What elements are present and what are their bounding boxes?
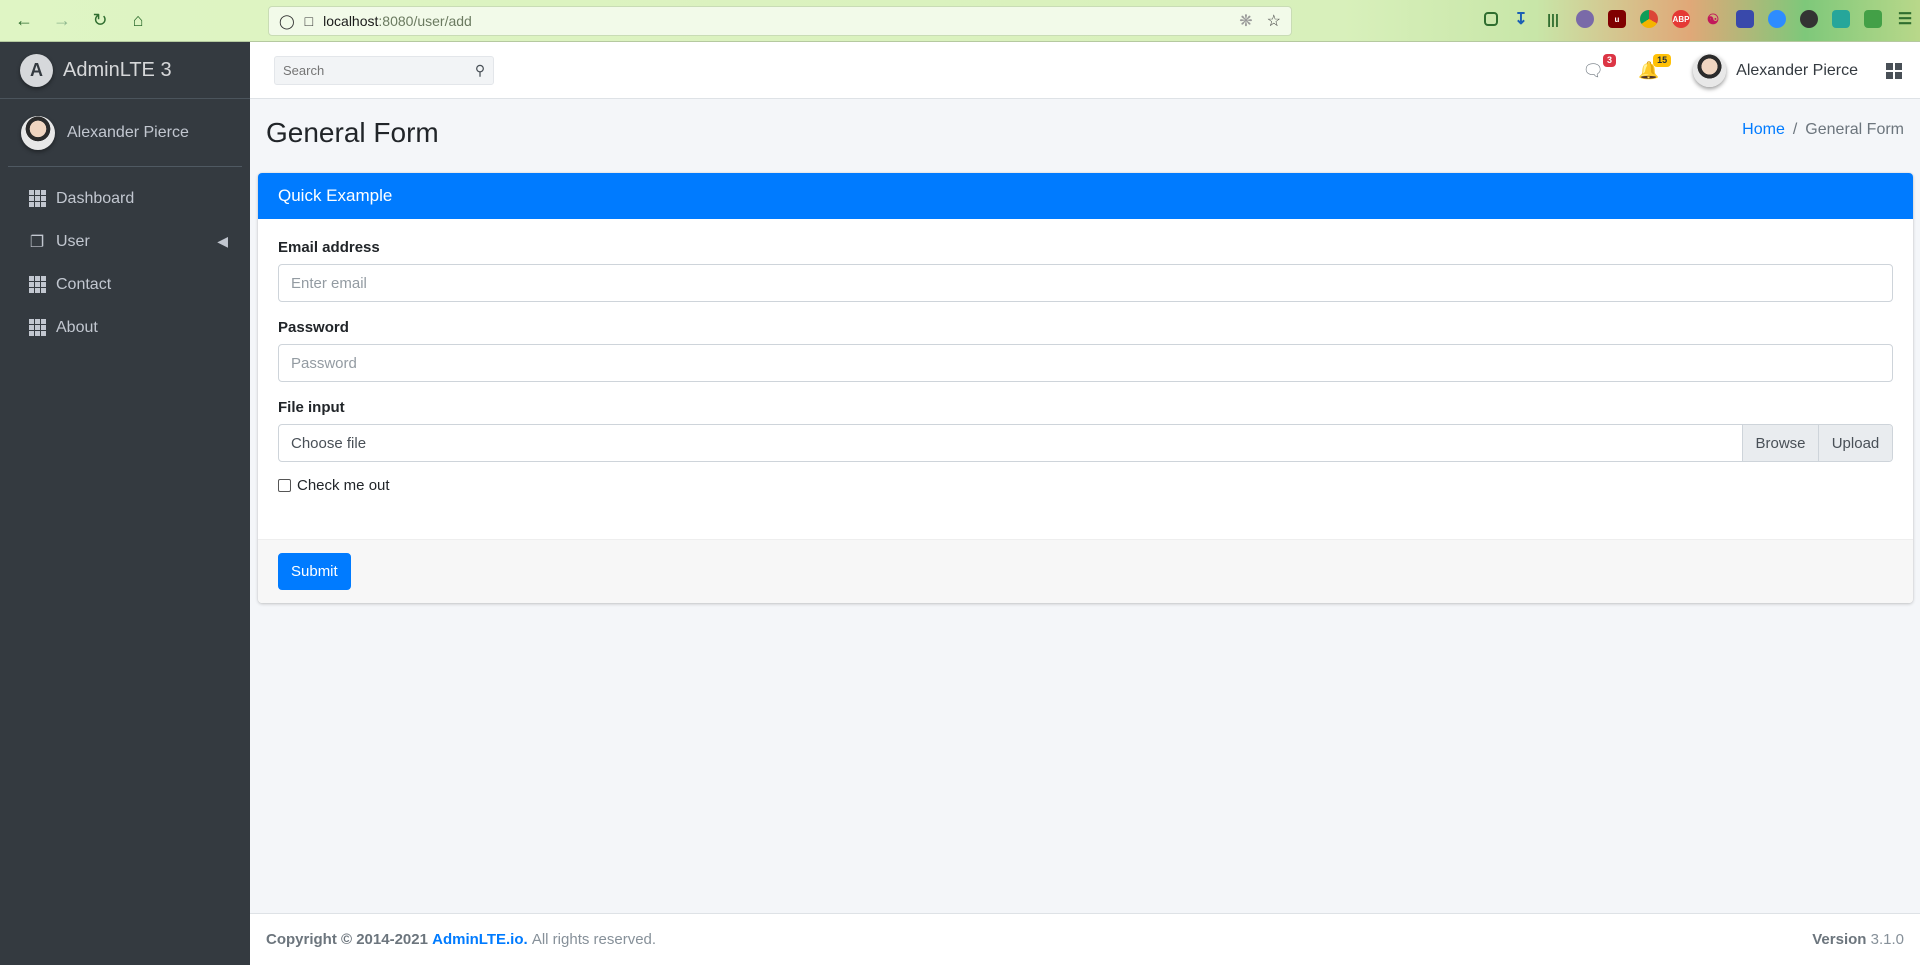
chevron-left-icon[interactable]: ◀ (217, 233, 228, 250)
sidebar-item-label: Contact (56, 275, 112, 293)
sidebar-item-about[interactable]: About (0, 306, 250, 349)
sidebar: A AdminLTE 3 Alexander Pierce Dashboard … (0, 42, 250, 965)
pocket-icon[interactable] (1484, 12, 1498, 26)
password-group: Password (278, 319, 1893, 382)
email-label: Email address (278, 239, 380, 256)
footer-rights: All rights reserved. (531, 931, 657, 948)
messages-badge: 3 (1602, 53, 1616, 67)
control-sidebar-icon[interactable] (1886, 62, 1902, 79)
breadcrumb-home-link[interactable]: Home (1742, 121, 1785, 139)
extension-avatar-icon[interactable] (1576, 10, 1594, 28)
check-group: Check me out (278, 477, 1893, 494)
file-label: File input (278, 399, 345, 416)
footer-version: Version 3.1.0 (1812, 931, 1904, 948)
forward-arrow-icon[interactable]: → (48, 7, 76, 35)
brand-link[interactable]: A AdminLTE 3 (0, 42, 250, 99)
url-path: :8080/user/add (378, 13, 472, 29)
sidebar-item-dashboard[interactable]: Dashboard (0, 177, 250, 220)
sidebar-item-user[interactable]: ❐ User ◀ (0, 220, 250, 263)
breadcrumb-current: General Form (1805, 121, 1904, 138)
bug-icon[interactable]: ❋ (1239, 11, 1252, 31)
sidebar-item-label: Dashboard (56, 189, 135, 207)
breadcrumb-separator: / (1792, 121, 1798, 138)
notifications-badge: 15 (1653, 53, 1672, 67)
page-icon: □ (304, 13, 314, 29)
zoom-icon[interactable] (1768, 10, 1786, 28)
brand-text: AdminLTE 3 (63, 58, 172, 81)
menu-icon[interactable]: ☰ (1896, 10, 1914, 28)
navbar-search: ⚲ (274, 56, 494, 85)
download-icon[interactable]: ↧ (1512, 10, 1530, 28)
check-me-out-checkbox[interactable] (278, 479, 291, 492)
search-input[interactable] (275, 57, 467, 84)
shield-icon: ◯ (279, 12, 295, 29)
submit-button[interactable]: Submit (278, 553, 351, 590)
browse-button[interactable]: Browse (1742, 425, 1818, 461)
sidebar-item-label: About (56, 318, 98, 336)
file-input-group: Choose file Browse Upload (278, 424, 1893, 462)
leaf-icon[interactable] (1864, 10, 1882, 28)
navbar-right: 🗨 3 🔔 15 Alexander Pierce (1582, 42, 1902, 99)
password-field[interactable] (278, 344, 1893, 382)
adblock-icon[interactable]: ABP (1672, 10, 1690, 28)
adminlte-logo-icon: A (20, 53, 53, 87)
user-panel[interactable]: Alexander Pierce (8, 99, 242, 167)
address-bar[interactable]: ◯ □ localhost:8080/user/add ❋ ☆ (268, 6, 1292, 36)
dark-mode-icon[interactable] (1800, 10, 1818, 28)
footer-brand-link[interactable]: AdminLTE.io. (432, 931, 528, 948)
back-arrow-icon[interactable]: ← (10, 7, 38, 35)
card-footer: Submit (258, 539, 1913, 603)
bell-icon[interactable]: 🔔 15 (1638, 53, 1672, 81)
avatar (1693, 54, 1727, 87)
chrome-icon[interactable] (1640, 10, 1658, 28)
card-header: Quick Example (258, 173, 1913, 219)
card-title: Quick Example (278, 186, 393, 205)
grid-icon (28, 319, 46, 337)
messages-icon[interactable]: 🗨 3 (1582, 53, 1616, 81)
home-icon[interactable]: ⌂ (124, 7, 152, 35)
sidebar-item-label: User (56, 232, 90, 250)
card-body: Email address Password File input Choose… (258, 219, 1913, 539)
page-title: General Form (266, 117, 439, 148)
file-input[interactable]: Choose file (279, 425, 1742, 461)
avatar (21, 115, 55, 150)
quick-example-card: Quick Example Email address Password Fil… (258, 173, 1913, 603)
puzzle-icon[interactable] (1736, 10, 1754, 28)
library-icon[interactable]: ||| (1544, 10, 1562, 28)
browser-toolbar: ← → ↻ ⌂ ◯ □ localhost:8080/user/add ❋ ☆ … (0, 0, 1920, 42)
copy-icon: ❐ (29, 233, 45, 251)
grid-icon (28, 190, 46, 208)
reload-icon[interactable]: ↻ (86, 7, 114, 35)
user-menu[interactable]: Alexander Pierce (1693, 54, 1858, 87)
ublock-icon[interactable]: u (1608, 10, 1626, 28)
search-icon[interactable]: ⚲ (467, 57, 493, 84)
sidebar-item-contact[interactable]: Contact (0, 263, 250, 306)
url-host: localhost (323, 13, 379, 29)
network-icon[interactable]: ☯ (1704, 10, 1722, 28)
top-navbar: ⚲ 🗨 3 🔔 15 Alexander Pierce (250, 42, 1920, 99)
version-label: Version (1812, 931, 1867, 948)
bookmark-star-icon[interactable]: ☆ (1267, 11, 1281, 31)
footer-copyright: Copyright © 2014-2021 (266, 931, 428, 948)
file-group: File input Choose file Browse Upload (278, 399, 1893, 462)
password-label: Password (278, 319, 349, 336)
upload-button[interactable]: Upload (1818, 425, 1892, 461)
email-field[interactable] (278, 264, 1893, 302)
grid-icon (28, 276, 46, 294)
navbar-user-name: Alexander Pierce (1736, 61, 1858, 79)
email-group: Email address (278, 239, 1893, 302)
content-header: General Form Home / General Form (250, 99, 1920, 169)
save-icon[interactable] (1832, 10, 1850, 28)
version-number: 3.1.0 (1870, 931, 1904, 948)
sidebar-nav: Dashboard ❐ User ◀ Contact About (0, 177, 250, 349)
breadcrumb: Home / General Form (1742, 121, 1904, 139)
main-footer: Copyright © 2014-2021 AdminLTE.io. All r… (250, 913, 1920, 965)
sidebar-user-name[interactable]: Alexander Pierce (67, 124, 189, 142)
checkbox-label[interactable]: Check me out (297, 477, 390, 494)
extension-toolbar: ↧ ||| u ABP ☯ ☰ (1484, 10, 1914, 28)
